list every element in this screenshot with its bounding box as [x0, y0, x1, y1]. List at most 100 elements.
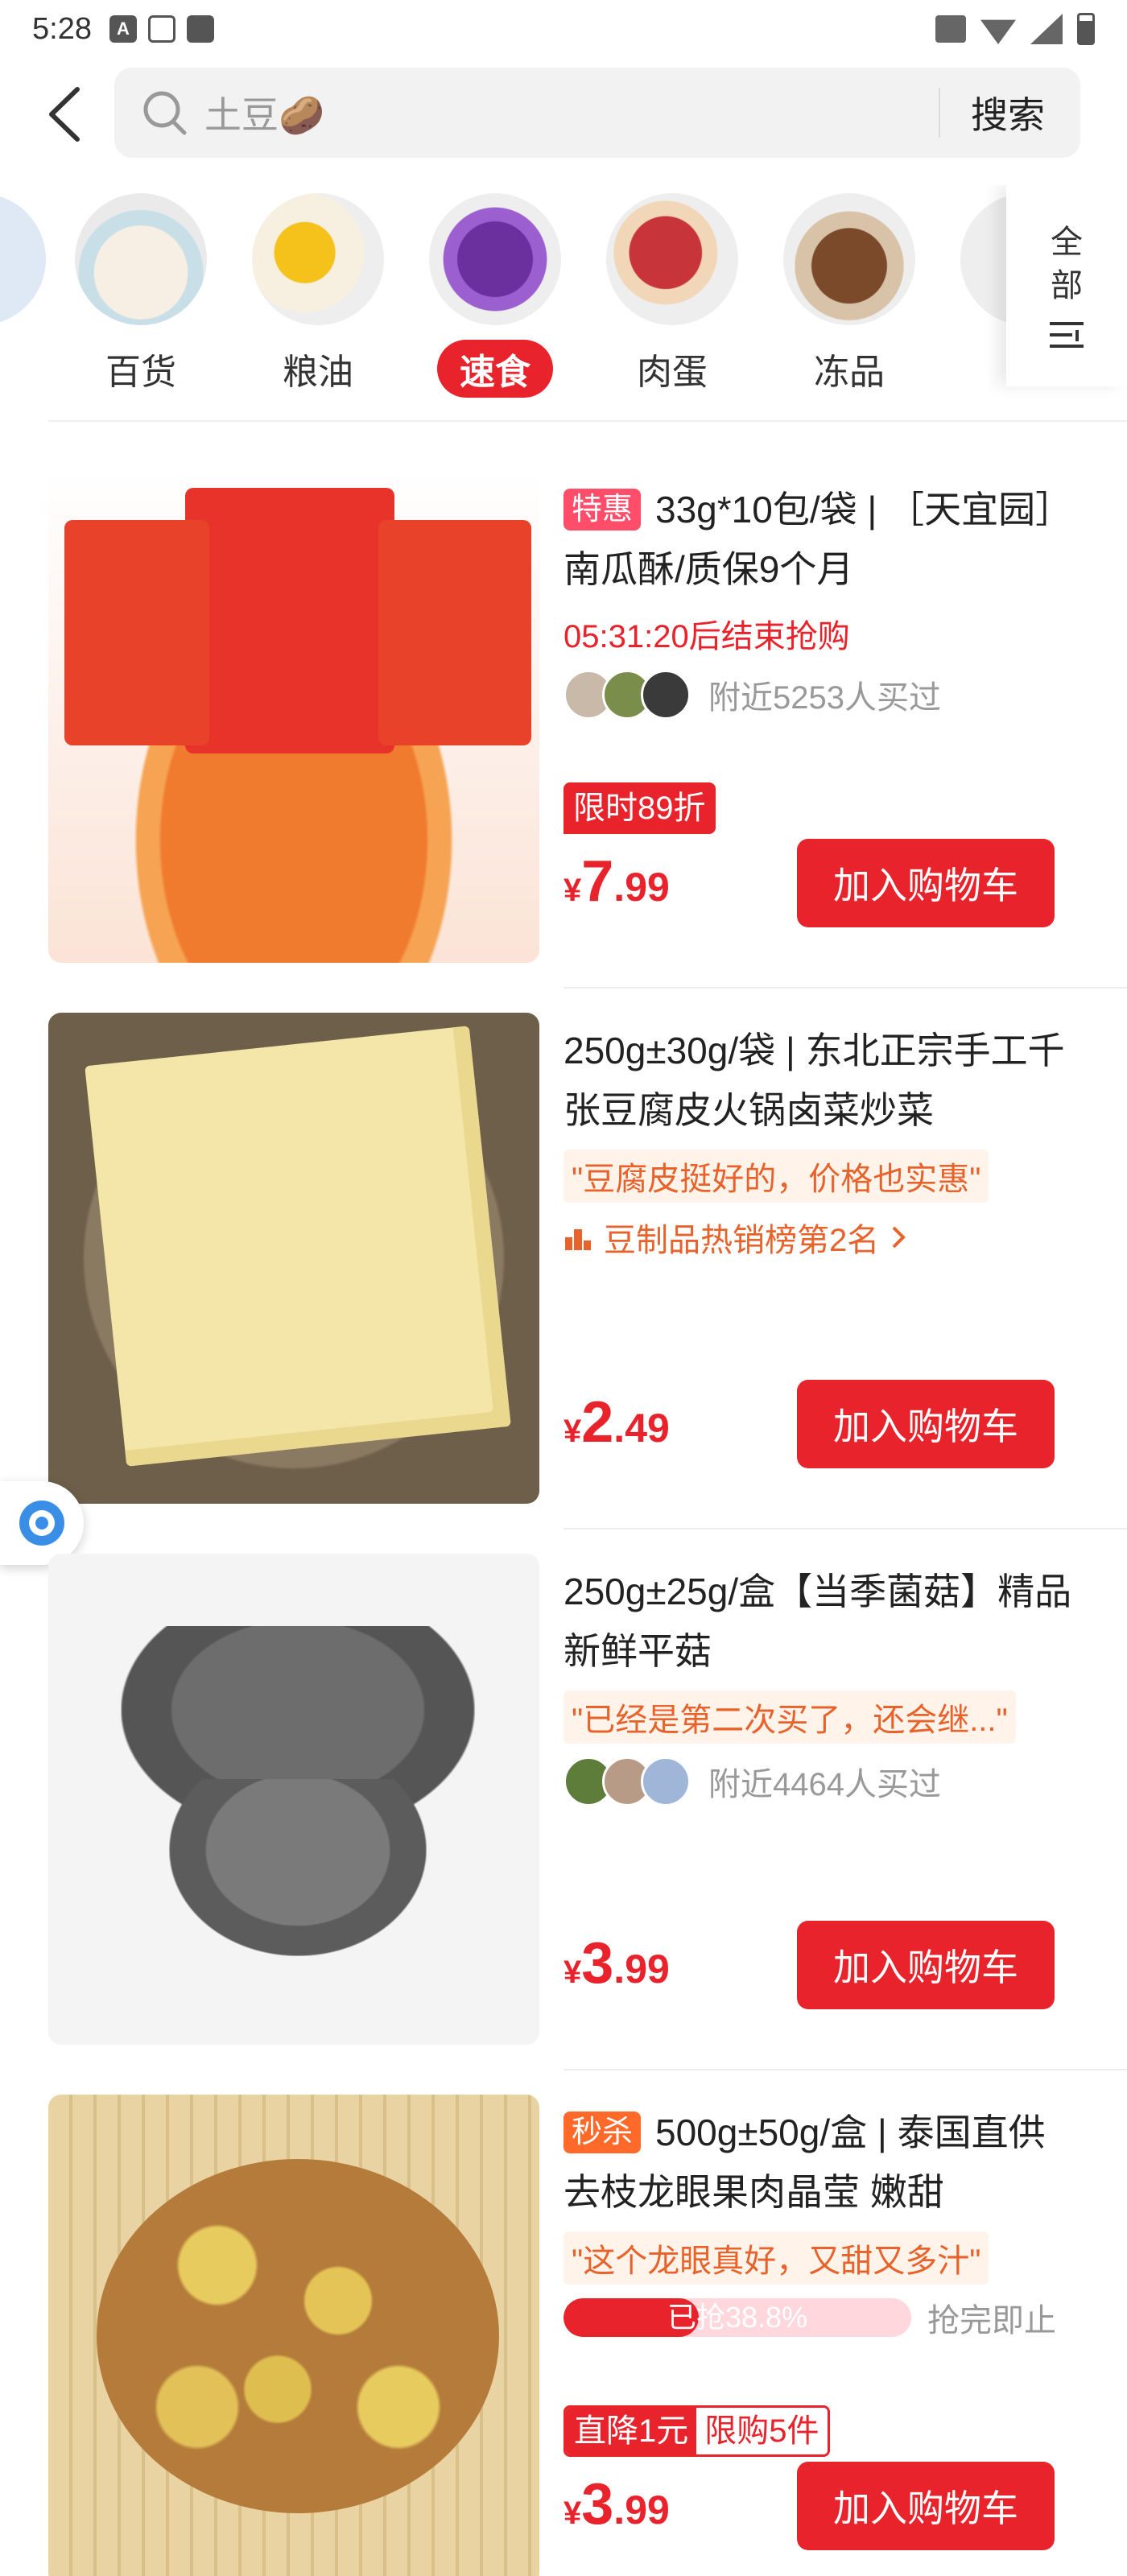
category-item-baihuo[interactable]: 百货 [72, 193, 209, 398]
add-to-cart-button[interactable]: 加入购物车 [797, 839, 1055, 927]
buyers-row: 附近5253人买过 [564, 670, 1087, 720]
product-card[interactable]: 250g±30g/袋 | 东北正宗手工千张豆腐皮火锅卤菜炒菜 "豆腐皮挺好的，价… [0, 989, 1127, 1530]
product-title[interactable]: 250g±30g/袋 | 东北正宗手工千张豆腐皮火锅卤菜炒菜 [564, 1021, 1087, 1140]
discount-badge: 限时89折 [564, 782, 716, 834]
price-decimal: .99 [613, 1946, 670, 1992]
category-partial[interactable] [0, 193, 48, 325]
menu-list-icon [1050, 322, 1084, 348]
avatar [641, 670, 691, 720]
category-strip: 百货 粮油 速食 肉蛋 冻品 全部 [0, 185, 1127, 402]
avatar [641, 1757, 691, 1806]
seckill-tag: 秒杀 [564, 2112, 642, 2153]
product-info: 250g±25g/盒【当季菌菇】精品新鲜平菇 "已经是第二次买了，还会继..."… [564, 1562, 1087, 2037]
category-label-active: 速食 [437, 340, 553, 398]
product-image-tofu-skin[interactable] [48, 1013, 539, 1504]
product-title[interactable]: 250g±25g/盒【当季菌菇】精品新鲜平菇 [564, 1562, 1087, 1681]
search-icon [137, 85, 193, 141]
battery-icon [1077, 13, 1095, 45]
promo-pair: 直降1元 限购5件 [564, 2405, 830, 2457]
wifi-icon [980, 19, 1016, 44]
status-bar: 5:28 A [0, 0, 1127, 58]
product-image-longan[interactable] [48, 2095, 539, 2576]
download-icon [147, 15, 175, 43]
price: ¥7.99 [564, 848, 670, 914]
status-time: 5:28 [32, 11, 92, 46]
price-currency: ¥ [564, 2496, 582, 2531]
bowls-image [75, 193, 207, 325]
price-drop-label: 直降1元 [566, 2408, 697, 2454]
chevron-right-icon [892, 1226, 906, 1249]
product-title[interactable]: 秒杀 500g±50g/盒 | 泰国直供 去枝龙眼果肉晶莹 嫩甜 [564, 2103, 1087, 2222]
app-square-icon [186, 15, 214, 43]
product-image-oyster-mushroom[interactable] [48, 1554, 539, 2045]
price-decimal: .49 [613, 1406, 670, 1451]
product-info: 250g±30g/袋 | 东北正宗手工千张豆腐皮火锅卤菜炒菜 "豆腐皮挺好的，价… [564, 1021, 1087, 1496]
product-title[interactable]: 特惠 33g*10包/袋 | ［天宜园］南瓜酥/质保9个月 [564, 480, 1087, 599]
price-integer: 7 [581, 849, 614, 914]
longan-graphic [97, 2159, 499, 2513]
price: ¥3.99 [564, 2471, 670, 2537]
search-box[interactable]: 土豆🥔 搜索 [114, 68, 1080, 158]
category-item-roudan[interactable]: 肉蛋 [604, 193, 741, 398]
back-button[interactable] [39, 87, 90, 142]
sold-progress-bar: 已抢38.8% [564, 2298, 911, 2337]
promo-row: 限时89折 [564, 782, 716, 834]
category-label: 肉蛋 [637, 353, 708, 392]
add-to-cart-button[interactable]: 加入购物车 [797, 1380, 1055, 1468]
price-currency: ¥ [564, 1414, 582, 1449]
special-tag: 特惠 [564, 489, 642, 530]
buyer-avatars [564, 1757, 691, 1806]
tofu-sheets-graphic [85, 1026, 511, 1467]
price-decimal: .99 [613, 865, 670, 910]
meat-egg-image [606, 193, 738, 325]
add-to-cart-button[interactable]: 加入购物车 [797, 1921, 1055, 2009]
search-button[interactable]: 搜索 [940, 86, 1080, 139]
product-card[interactable]: 250g±25g/盒【当季菌菇】精品新鲜平菇 "已经是第二次买了，还会继..."… [0, 1530, 1127, 2070]
sold-progress-row: 已抢38.8% 抢完即止 [564, 2294, 1087, 2341]
price-integer: 3 [581, 2472, 614, 2537]
countdown-text: 05:31:20后结束抢购 [564, 619, 850, 654]
ranking-icon [565, 1229, 591, 1250]
product-info: 秒杀 500g±50g/盒 | 泰国直供 去枝龙眼果肉晶莹 嫩甜 "这个龙眼真好，… [564, 2103, 1087, 2576]
buyers-text: 附近4464人买过 [708, 1767, 941, 1802]
review-quote: "已经是第二次买了，还会继..." [564, 1690, 1016, 1744]
category-item-liangyou[interactable]: 粮油 [250, 193, 386, 398]
category-label: 粮油 [283, 353, 353, 392]
sold-progress-text: 已抢38.8% [667, 2301, 808, 2334]
rank-link[interactable]: 豆制品热销榜第2名 [564, 1214, 1087, 1261]
review-quote: "这个龙眼真好，又甜又多汁" [564, 2231, 989, 2285]
chevron-left-icon [49, 87, 80, 142]
promo-row: 直降1元 限购5件 [564, 2405, 830, 2457]
signal-icon [1030, 14, 1063, 44]
product-card[interactable]: 特惠 33g*10包/袋 | ［天宜园］南瓜酥/质保9个月 05:31:20后结束… [0, 448, 1127, 989]
package-graphic [64, 520, 209, 745]
package-graphic [185, 488, 394, 753]
notification-a-icon: A [109, 15, 137, 43]
noodles-image [429, 193, 561, 325]
mushroom-graphic [169, 1779, 427, 1956]
purchase-limit-label: 限购5件 [696, 2408, 828, 2454]
all-categories-label: 全部 [1051, 225, 1083, 303]
oil-rice-image [252, 193, 384, 325]
category-item-dongpin[interactable]: 冻品 [781, 193, 918, 398]
rank-text: 豆制品热销榜第2名 [604, 1223, 880, 1258]
price: ¥2.49 [564, 1389, 670, 1455]
price-currency: ¥ [564, 873, 582, 908]
category-label: 百货 [105, 353, 176, 392]
product-info: 特惠 33g*10包/袋 | ［天宜园］南瓜酥/质保9个月 05:31:20后结束… [564, 480, 1087, 955]
add-to-cart-button[interactable]: 加入购物车 [797, 2462, 1055, 2550]
search-input[interactable]: 土豆🥔 [204, 86, 939, 139]
all-categories-button[interactable]: 全部 [1006, 185, 1127, 386]
buyers-row: 附近4464人买过 [564, 1757, 1087, 1806]
cast-icon [935, 15, 966, 43]
product-card[interactable]: 秒杀 500g±50g/盒 | 泰国直供 去枝龙眼果肉晶莹 嫩甜 "这个龙眼真好，… [0, 2070, 1127, 2576]
category-item-sushi[interactable]: 速食 [427, 193, 564, 398]
price-decimal: .99 [613, 2487, 670, 2533]
divider [48, 420, 1127, 422]
search-header: 土豆🥔 搜索 [0, 64, 1127, 161]
price-currency: ¥ [564, 1955, 582, 1990]
category-label: 冻品 [814, 353, 885, 392]
buyers-text: 附近5253人买过 [708, 680, 941, 716]
product-image-pumpkin-crisp[interactable] [48, 472, 539, 963]
price-integer: 3 [581, 1931, 614, 1996]
